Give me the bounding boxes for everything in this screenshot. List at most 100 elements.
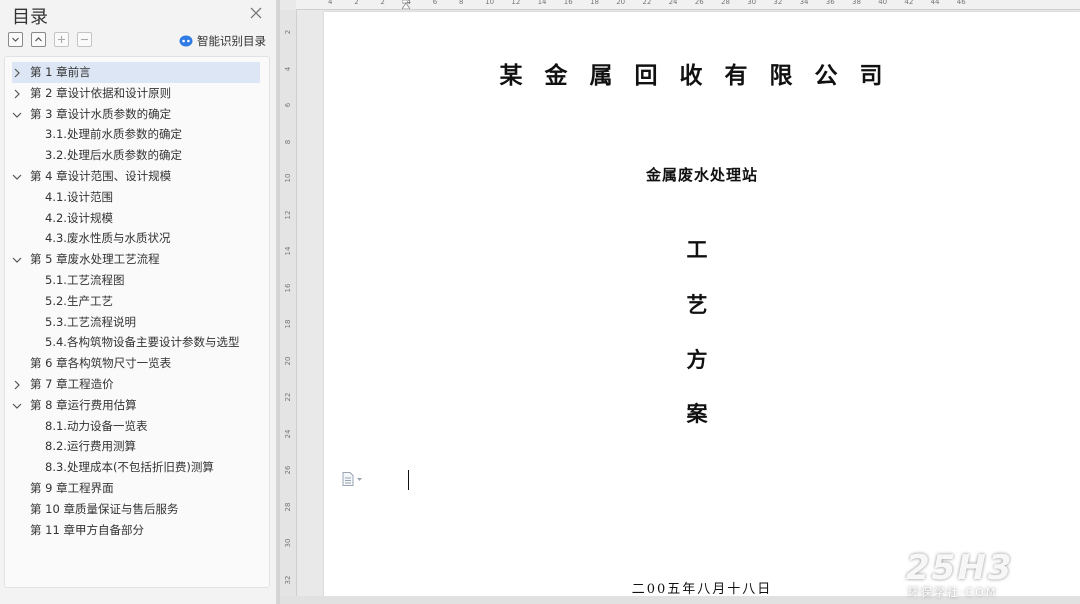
vertical-ruler[interactable]: 2 4 6 8 10 12 14 16 18 20 22 24 26 28 30 32 (280, 10, 297, 596)
ruler-tick-label: 2 (354, 0, 359, 6)
toc-item-label: 4.2.设计规模 (45, 210, 113, 225)
ruler-tick-label: 32 (284, 575, 292, 584)
ruler-tick-label: 24 (284, 429, 292, 438)
ruler-tick-label: 14 (284, 246, 292, 256)
watermark-logo: 25H3 环保学社·COM (906, 548, 1076, 602)
toc-section-item[interactable]: 5.2.生产工艺 (28, 291, 260, 312)
ruler-tick-label: 4 (406, 0, 412, 6)
ruler-tick-label: 40 (878, 0, 888, 6)
remove-heading-icon[interactable] (77, 32, 92, 47)
ruler-tick-label: 28 (284, 502, 292, 511)
ruler-tick-label: 18 (590, 0, 599, 6)
chevron-right-icon[interactable] (12, 380, 22, 390)
ruler-tick-label: 16 (284, 283, 292, 292)
ruler-tick-label: 22 (642, 0, 652, 6)
toc-chapter-item[interactable]: 第 7 章工程造价 (12, 374, 260, 395)
toc-chapter-item[interactable]: 第 9 章工程界面 (12, 478, 260, 499)
chevron-down-icon[interactable] (12, 401, 22, 411)
toc-item-label: 第 9 章工程界面 (30, 481, 114, 495)
station-name: 金属废水处理站 (645, 166, 758, 184)
toc-item-label: 8.2.运行费用测算 (45, 439, 136, 454)
ruler-tick-label: 12 (284, 210, 292, 219)
ruler-tick-label: 18 (284, 319, 292, 329)
ruler-tick-label: 38 (852, 0, 861, 6)
watermark-subtitle: 环保学社·COM (908, 586, 998, 599)
toc-item-label: 8.3.处理成本(不包括折旧费)测算 (45, 460, 214, 475)
toc-section-item[interactable]: 4.3.废水性质与水质状况 (28, 228, 260, 249)
add-heading-icon[interactable] (54, 32, 69, 47)
toc-chapter-item[interactable]: 第 4 章设计范围、设计规模 (12, 166, 260, 187)
toc-item-label: 第 10 章质量保证与售后服务 (30, 501, 179, 516)
toc-section-item[interactable]: 5.1.工艺流程图 (28, 270, 260, 291)
toc-item-label: 第 5 章废水处理工艺流程 (30, 252, 160, 267)
ruler-tick-label: 20 (284, 356, 292, 365)
smart-toc-icon (179, 35, 193, 47)
ruler-tick-label: 42 (904, 0, 914, 6)
toc-item-label: 第 11 章甲方自备部分 (30, 522, 144, 537)
ruler-tick-label: 10 (284, 173, 292, 183)
ruler-tick-label: 32 (773, 0, 783, 6)
paragraph-options-icon[interactable] (342, 472, 364, 486)
chevron-right-icon[interactable] (12, 68, 22, 78)
toc-item-label: 5.4.各构筑物设备主要设计参数与选型 (45, 335, 240, 350)
toc-section-item[interactable]: 8.2.运行费用测算 (28, 436, 260, 457)
ruler-tick-label: 10 (485, 0, 495, 6)
chevron-down-icon[interactable] (12, 255, 22, 265)
ruler-tick-label: 30 (284, 538, 292, 548)
ruler-tick-label: 2 (284, 29, 292, 35)
ruler-tick-label: 28 (721, 0, 730, 6)
toc-chapter-item[interactable]: 第 11 章甲方自备部分 (12, 520, 260, 541)
toc-section-item[interactable]: 3.2.处理后水质参数的确定 (28, 145, 260, 166)
horizontal-ruler[interactable]: 4 2 2 4 6 8 10 12 14 16 18 20 22 24 26 28 30 32 34 36 38 40 42… (296, 0, 1080, 10)
collapse-all-icon[interactable] (8, 32, 23, 47)
text-cursor (408, 470, 409, 490)
ruler-tick-label: 6 (284, 102, 292, 108)
ruler-tick-label: 22 (284, 392, 292, 402)
toc-item-label: 第 3 章设计水质参数的确定 (30, 106, 172, 121)
toc-chapter-item[interactable]: 第 6 章各构筑物尺寸一览表 (12, 353, 260, 374)
ruler-tick-label: 26 (694, 0, 704, 6)
ruler-tick-label: 24 (668, 0, 678, 6)
toc-chapter-item[interactable]: 第 3 章设计水质参数的确定 (12, 104, 260, 125)
ruler-tick-label: 20 (616, 0, 626, 6)
toc-chapter-item[interactable]: 第 2 章设计依据和设计原则 (12, 83, 260, 104)
ruler-tick-label: 14 (537, 0, 547, 6)
expand-all-icon[interactable] (31, 32, 46, 47)
toc-chapter-item[interactable]: 第 10 章质量保证与售后服务 (12, 499, 260, 520)
document-page[interactable]: 某金属回收有限公司 金属废水处理站 工 艺 方 案 二00五年八月十八日 (324, 12, 1080, 602)
toc-item-label: 5.3.工艺流程说明 (45, 314, 136, 329)
toc-chapter-item[interactable]: 第 5 章废水处理工艺流程 (12, 249, 260, 270)
ruler-tick-label: 34 (799, 0, 809, 6)
toc-title: 目录 (12, 7, 48, 28)
vertical-title-char-3: 方 (686, 347, 708, 372)
close-icon[interactable] (246, 3, 266, 23)
smart-toc-button[interactable]: 智能识别目录 (179, 33, 266, 49)
chevron-down-icon[interactable] (12, 172, 22, 182)
toc-item-label: 5.2.生产工艺 (45, 293, 113, 308)
toc-section-item[interactable]: 4.1.设计范围 (28, 187, 260, 208)
toc-item-label: 4.3.废水性质与水质状况 (45, 231, 171, 246)
ruler-tick-label: 8 (284, 139, 292, 144)
toc-section-item[interactable]: 8.1.动力设备一览表 (28, 416, 260, 437)
toc-section-item[interactable]: 3.1.处理前水质参数的确定 (28, 124, 260, 145)
toc-item-label: 3.1.处理前水质参数的确定 (45, 127, 182, 142)
toc-chapter-item[interactable]: 第 8 章运行费用估算 (12, 395, 260, 416)
toc-toolbar (8, 32, 92, 48)
toc-item-label: 第 6 章各构筑物尺寸一览表 (30, 356, 172, 371)
toc-panel: 目录 智能识别目录 第 1 章前言第 2 章设计依据和设计原则第 3 章设计水质… (0, 0, 277, 604)
chevron-right-icon[interactable] (12, 89, 22, 99)
toc-section-item[interactable]: 4.2.设计规模 (28, 208, 260, 229)
toc-item-label: 第 1 章前言 (30, 65, 91, 79)
vertical-title-char-4: 案 (686, 401, 708, 426)
toc-section-item[interactable]: 5.4.各构筑物设备主要设计参数与选型 (28, 332, 260, 353)
toc-chapter-item[interactable]: 第 1 章前言 (12, 62, 260, 83)
ruler-tick-label: 8 (459, 0, 464, 6)
toc-item-label: 4.1.设计范围 (45, 189, 113, 204)
toc-section-item[interactable]: 8.3.处理成本(不包括折旧费)测算 (28, 457, 260, 478)
chevron-down-icon[interactable] (12, 110, 22, 120)
ruler-tick-label: 36 (825, 0, 835, 6)
toc-item-label: 5.1.工艺流程图 (45, 273, 125, 287)
toc-section-item[interactable]: 5.3.工艺流程说明 (28, 312, 260, 333)
toc-item-label: 3.2.处理后水质参数的确定 (45, 148, 182, 163)
ruler-tick-label: 4 (284, 66, 292, 71)
